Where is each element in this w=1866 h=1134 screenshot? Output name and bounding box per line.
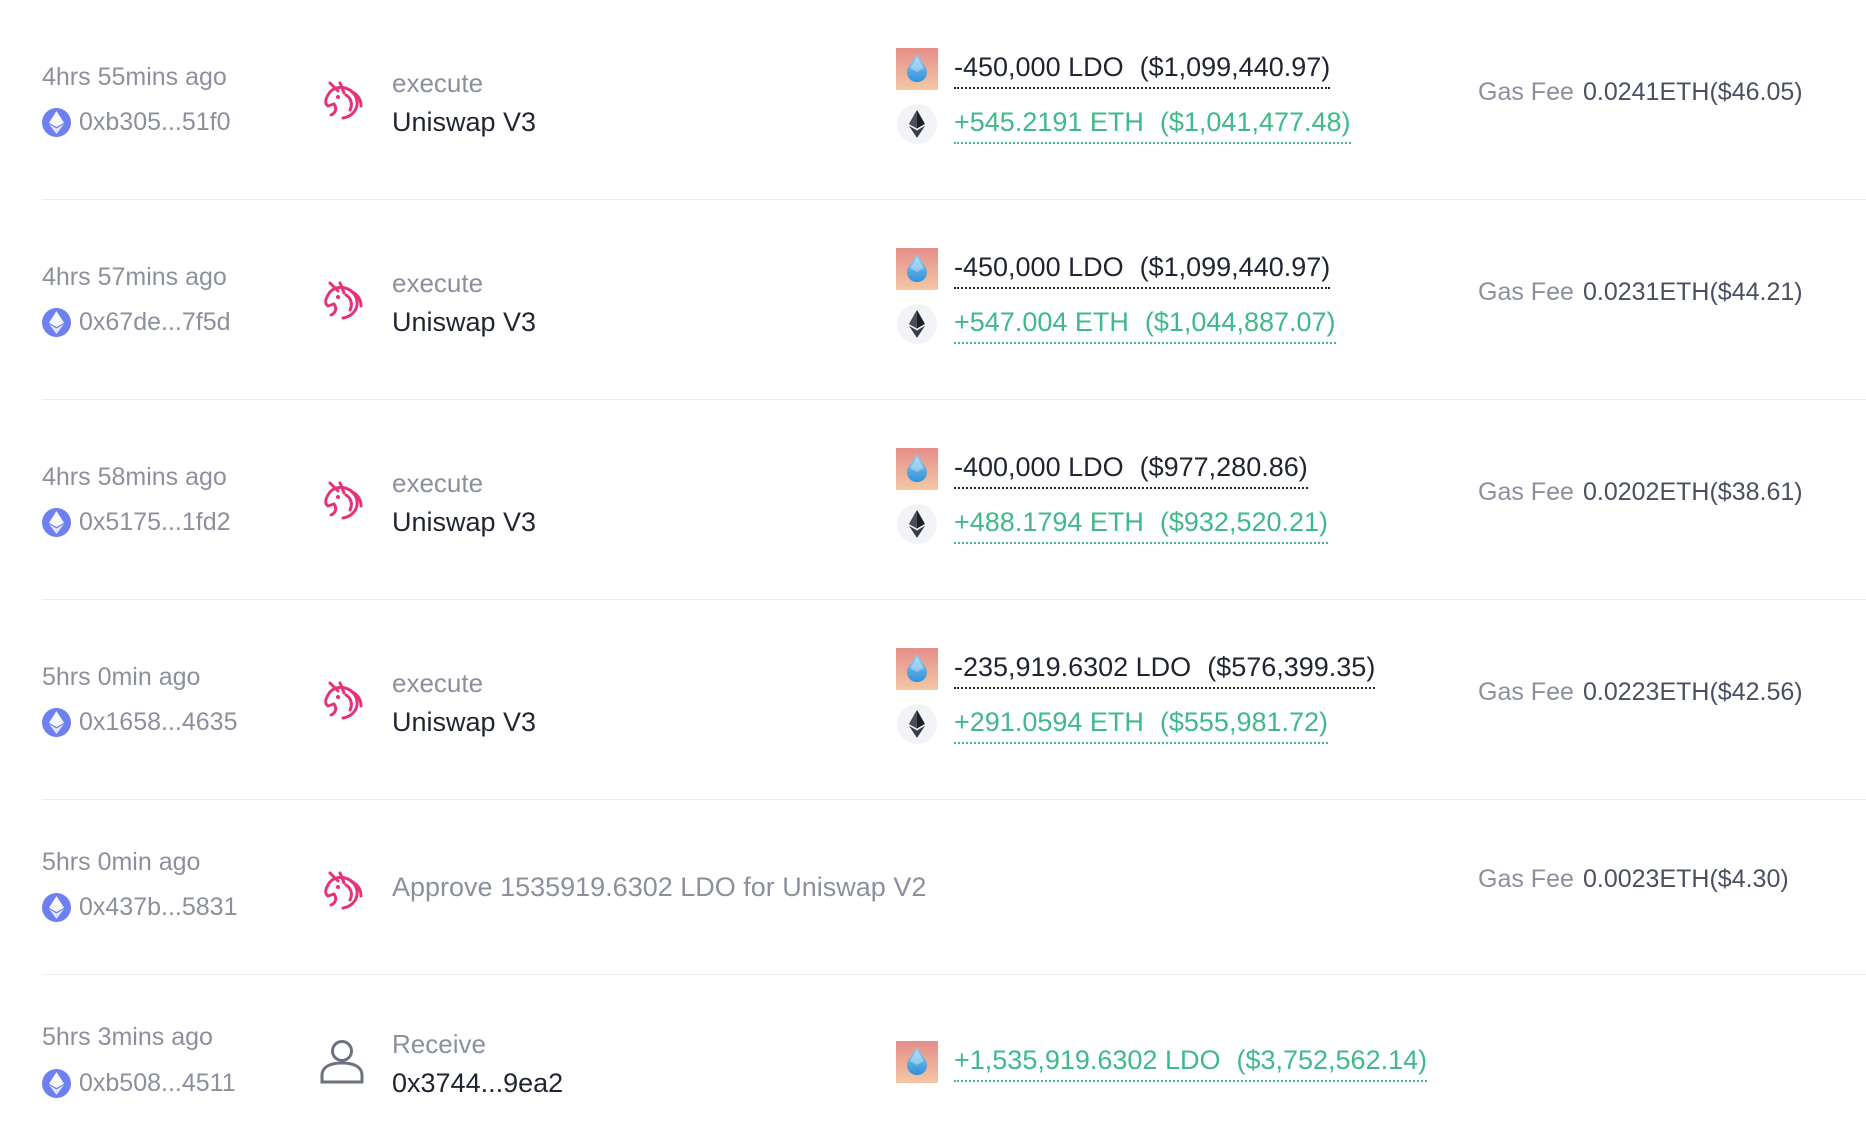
gas-fee-value: 0.0241ETH($46.05) [1583,78,1803,106]
gas-fee-label: Gas Fee [1478,865,1574,893]
token-transfer-amount[interactable]: +547.004 ETH ($1,044,887.07) [954,307,1336,344]
token-transfer-amount[interactable]: +488.1794 ETH ($932,520.21) [954,507,1329,544]
tx-hash-link[interactable]: 0xb508...4511 [79,1069,236,1098]
tx-hash-line[interactable]: 0x5175...1fd2 [42,508,231,537]
transaction-list: 4hrs 55mins ago 0xb305...51f0 execute Unisw… [0,0,1866,1134]
tx-action: execute [392,668,484,698]
token-usd-value: ($1,041,477.48) [1159,107,1351,137]
tx-action: Receive [392,1029,486,1059]
ldo-token-icon [896,1041,938,1083]
tx-action: execute [392,468,484,498]
token-transfer-amount[interactable]: -450,000 LDO ($1,099,440.97) [954,52,1331,89]
token-transfer-amount[interactable]: -450,000 LDO ($1,099,440.97) [954,252,1331,289]
transaction-row: 4hrs 55mins ago 0xb305...51f0 execute Unisw… [0,0,1866,200]
eth-token-icon [896,303,938,345]
uniswap-unicorn-icon [316,73,368,125]
token-transfer-amount[interactable]: -400,000 LDO ($977,280.86) [954,452,1308,489]
tx-time: 4hrs 55mins ago [42,63,227,91]
eth-token-icon [896,703,938,745]
token-transfer-amount[interactable]: +545.2191 ETH ($1,041,477.48) [954,107,1351,144]
eth-token-icon [896,503,938,545]
uniswap-unicorn-icon [316,273,368,325]
user-avatar-icon [316,1035,368,1087]
token-transfer-amount[interactable]: +1,535,919.6302 LDO ($3,752,562.14) [954,1045,1428,1082]
tx-time: 4hrs 58mins ago [42,463,227,491]
tx-hash-line[interactable]: 0xb508...4511 [42,1069,236,1098]
tx-hash-link[interactable]: 0xb305...51f0 [79,108,231,137]
token-usd-value: ($1,044,887.07) [1144,307,1336,337]
approve-description: Approve 1535919.6302 LDO for Uniswap V2 [392,872,927,902]
token-usd-value: ($1,099,440.97) [1139,52,1331,82]
ethereum-chain-icon [42,893,71,922]
uniswap-unicorn-icon [316,473,368,525]
eth-token-icon [896,103,938,145]
ldo-token-icon [896,48,938,90]
tx-hash-line[interactable]: 0xb305...51f0 [42,108,231,137]
tx-time: 5hrs 0min ago [42,663,201,691]
ethereum-chain-icon [42,708,71,737]
gas-fee-label: Gas Fee [1478,78,1574,106]
tx-action: execute [392,268,484,298]
token-amount: +488.1794 ETH [954,507,1144,537]
tx-target-protocol: Uniswap V3 [392,107,537,137]
gas-fee-label: Gas Fee [1478,278,1574,306]
token-usd-value: ($3,752,562.14) [1236,1045,1428,1075]
transaction-row: 4hrs 58mins ago 0x5175...1fd2 execute Unisw… [0,400,1866,600]
transaction-row: 5hrs 0min ago 0x437b...5831 Approve 153591… [0,800,1866,975]
sender-address-link[interactable]: 0x3744...9ea2 [392,1068,563,1099]
ethereum-chain-icon [42,108,71,137]
token-usd-value: ($1,099,440.97) [1139,252,1331,282]
token-usd-value: ($576,399.35) [1207,652,1376,682]
token-amount: +1,535,919.6302 LDO [954,1045,1221,1075]
gas-fee-label: Gas Fee [1478,478,1574,506]
transaction-row: 5hrs 3mins ago 0xb508...4511 Receive 0x3744… [0,975,1866,1134]
tx-time: 4hrs 57mins ago [42,263,227,291]
gas-fee-value: 0.0202ETH($38.61) [1583,478,1803,506]
ldo-token-icon [896,248,938,290]
gas-fee-value: 0.0223ETH($42.56) [1583,678,1803,706]
token-amount: +291.0594 ETH [954,707,1144,737]
ethereum-chain-icon [42,508,71,537]
tx-hash-link[interactable]: 0x1658...4635 [79,708,237,737]
ethereum-chain-icon [42,1069,71,1098]
tx-target-protocol: Uniswap V3 [392,707,537,737]
token-transfer-amount[interactable]: +291.0594 ETH ($555,981.72) [954,707,1329,744]
tx-time: 5hrs 3mins ago [42,1023,213,1051]
token-usd-value: ($555,981.72) [1159,707,1329,737]
gas-fee-label: Gas Fee [1478,678,1574,706]
tx-action: execute [392,68,484,98]
tx-hash-line[interactable]: 0x437b...5831 [42,893,237,922]
token-amount: -450,000 LDO [954,52,1124,82]
transaction-row: 4hrs 57mins ago 0x67de...7f5d execute Unisw… [0,200,1866,400]
tx-target-protocol: Uniswap V3 [392,507,537,537]
token-amount: +545.2191 ETH [954,107,1144,137]
tx-hash-link[interactable]: 0x67de...7f5d [79,308,231,337]
token-usd-value: ($977,280.86) [1139,452,1308,482]
tx-hash-link[interactable]: 0x437b...5831 [79,893,237,922]
ldo-token-icon [896,448,938,490]
uniswap-unicorn-icon [316,673,368,725]
tx-hash-line[interactable]: 0x67de...7f5d [42,308,231,337]
token-usd-value: ($932,520.21) [1159,507,1329,537]
gas-fee-value: 0.0023ETH($4.30) [1583,865,1789,893]
token-transfer-amount[interactable]: -235,919.6302 LDO ($576,399.35) [954,652,1376,689]
transaction-row: 5hrs 0min ago 0x1658...4635 execute Uniswap… [0,600,1866,800]
ethereum-chain-icon [42,308,71,337]
gas-fee-value: 0.0231ETH($44.21) [1583,278,1803,306]
tx-target-protocol: Uniswap V3 [392,307,537,337]
ldo-token-icon [896,648,938,690]
tx-time: 5hrs 0min ago [42,848,201,876]
token-amount: -400,000 LDO [954,452,1124,482]
tx-hash-link[interactable]: 0x5175...1fd2 [79,508,231,537]
token-amount: -450,000 LDO [954,252,1124,282]
token-amount: +547.004 ETH [954,307,1129,337]
tx-hash-line[interactable]: 0x1658...4635 [42,708,237,737]
uniswap-unicorn-icon [316,863,368,915]
token-amount: -235,919.6302 LDO [954,652,1192,682]
